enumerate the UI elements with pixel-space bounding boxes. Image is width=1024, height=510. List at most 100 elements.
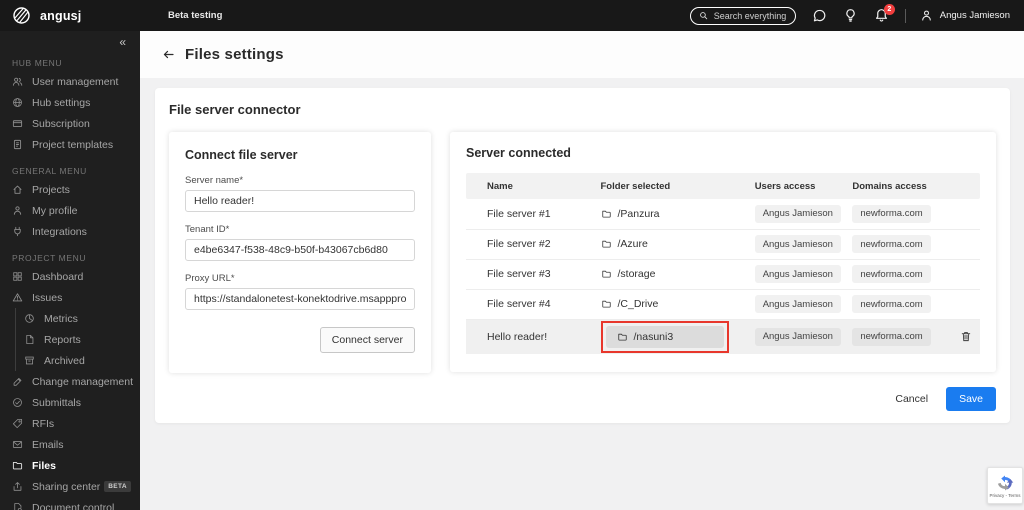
sidebar-item-project-templates[interactable]: Project templates [0, 134, 140, 155]
sidebar-item-hub-settings[interactable]: Hub settings [0, 92, 140, 113]
delete-icon[interactable] [960, 330, 974, 343]
sidebar-item-archived[interactable]: Archived [16, 350, 140, 371]
cancel-button[interactable]: Cancel [895, 393, 928, 405]
main-content: Files settings File server connector Con… [140, 31, 1024, 510]
share-icon [12, 481, 23, 492]
rfi-icon [12, 418, 23, 429]
back-arrow-icon[interactable] [162, 48, 175, 61]
topbar-divider [904, 8, 906, 23]
domain-access-chip: newforma.com [852, 204, 931, 223]
sidebar-item-rfis[interactable]: RFIs [0, 413, 140, 434]
dashboard-icon [12, 271, 23, 282]
connect-server-button[interactable]: Connect server [319, 327, 415, 353]
save-button[interactable]: Save [946, 387, 996, 411]
server-name-label: Server name* [185, 175, 244, 186]
lightbulb-icon [846, 9, 855, 22]
notifications-button[interactable]: 2 [874, 4, 895, 23]
connect-file-server-panel: Connect file server Server name* Tenant … [169, 132, 431, 373]
document-control-icon [12, 502, 23, 510]
brand[interactable]: angusj [0, 6, 140, 25]
submittals-icon [12, 397, 23, 408]
whats-new-button[interactable] [843, 8, 858, 23]
folder-select-button[interactable]: /nasuni3 [605, 325, 724, 348]
section-label-project-menu: PROJECT MENU [12, 253, 87, 263]
user-icon [922, 10, 931, 21]
sidebar-item-submittals[interactable]: Submittals [0, 392, 140, 413]
template-icon [12, 139, 23, 150]
folder-icon [601, 210, 611, 218]
subscription-icon [12, 118, 23, 129]
reports-icon [24, 334, 35, 345]
folder-icon [601, 240, 611, 248]
user-name: Angus Jamieson [939, 10, 1010, 21]
server-name-cell: File server #1 [466, 199, 595, 230]
sidebar-item-issues[interactable]: Issues [0, 287, 140, 308]
sidebar-item-subscription[interactable]: Subscription [0, 113, 140, 134]
sidebar-item-metrics[interactable]: Metrics [16, 308, 140, 329]
user-access-chip: Angus Jamieson [754, 295, 841, 313]
user-access-chip: Angus Jamieson [754, 265, 841, 283]
globe-icon [12, 97, 23, 108]
recaptcha-icon [997, 475, 1014, 490]
chat-button[interactable] [812, 8, 827, 23]
users-icon [12, 76, 23, 87]
top-bar: angusj Beta testing 2 Angus Jamieson [0, 0, 1024, 31]
folder-cell: /Panzura [601, 208, 743, 220]
tenant-id-label: Tenant ID* [185, 224, 230, 235]
global-search[interactable] [689, 6, 796, 25]
proxy-url-label: Proxy URL* [185, 273, 235, 284]
notification-badge: 2 [883, 4, 895, 15]
metrics-icon [24, 313, 35, 324]
brand-name: angusj [40, 8, 82, 23]
sidebar: « HUB MENU User management Hub settings … [0, 31, 140, 510]
proxy-url-field[interactable] [185, 288, 415, 310]
issues-icon [12, 292, 23, 303]
sidebar-item-reports[interactable]: Reports [16, 329, 140, 350]
brand-logo-icon [13, 7, 30, 24]
chat-icon [813, 9, 826, 22]
sidebar-item-projects[interactable]: Projects [0, 179, 140, 200]
sidebar-item-document-control[interactable]: Document control [0, 497, 140, 510]
server-name-cell: File server #2 [466, 229, 595, 260]
domain-access-chip: newforma.com [852, 327, 931, 346]
recaptcha-badge[interactable]: Privacy - Terms [987, 467, 1023, 504]
red-annotation-box: /nasuni3 [600, 320, 729, 353]
sidebar-item-sharing-center[interactable]: Sharing center BETA [0, 476, 140, 497]
col-header-actions [954, 173, 980, 199]
tenant-id-field[interactable] [185, 239, 415, 261]
folder-icon [601, 300, 611, 308]
domain-access-chip: newforma.com [852, 295, 931, 313]
table-row: File server #3 /storage Angus Jamieson n… [466, 259, 980, 290]
archived-icon [24, 355, 35, 366]
page-header: Files settings [140, 31, 1024, 78]
profile-icon [12, 205, 23, 216]
environment-label: Beta testing [168, 10, 223, 21]
file-server-connector-card: File server connector Connect file serve… [155, 88, 1010, 423]
card-title: File server connector [169, 102, 301, 117]
server-name-cell: File server #4 [466, 289, 595, 320]
user-access-chip: Angus Jamieson [754, 235, 841, 253]
search-input[interactable] [713, 10, 787, 21]
col-header-name: Name [466, 173, 595, 199]
section-label-hub-menu: HUB MENU [12, 58, 63, 68]
page-title: Files settings [185, 46, 284, 63]
section-label-general-menu: GENERAL MENU [12, 166, 87, 176]
user-menu[interactable]: Angus Jamieson [920, 9, 1010, 22]
sidebar-item-change-management[interactable]: Change management [0, 371, 140, 392]
sidebar-item-emails[interactable]: Emails [0, 434, 140, 455]
collapse-sidebar-icon[interactable]: « [0, 33, 140, 48]
folder-icon [617, 333, 627, 341]
sidebar-item-files[interactable]: Files [0, 455, 140, 476]
sidebar-item-integrations[interactable]: Integrations [0, 221, 140, 242]
sidebar-item-user-management[interactable]: User management [0, 71, 140, 92]
sidebar-item-dashboard[interactable]: Dashboard [0, 266, 140, 287]
folder-icon [601, 270, 611, 278]
issues-subtree: Metrics Reports Archived [15, 308, 140, 371]
connect-panel-title: Connect file server [185, 148, 298, 162]
server-name-field[interactable] [185, 190, 415, 212]
col-header-domains: Domains access [846, 173, 955, 199]
col-header-folder: Folder selected [594, 173, 749, 199]
change-management-icon [12, 376, 23, 387]
sidebar-item-my-profile[interactable]: My profile [0, 200, 140, 221]
folder-cell: /C_Drive [601, 298, 743, 310]
